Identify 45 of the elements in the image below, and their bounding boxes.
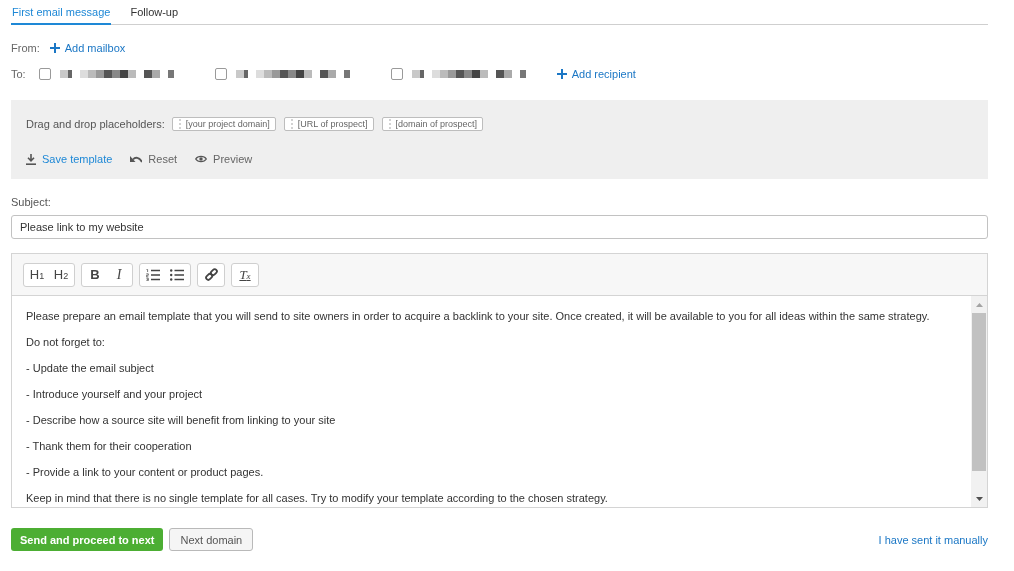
reset-button[interactable]: Reset bbox=[130, 153, 178, 165]
placeholder-chip[interactable]: [URL of prospect] bbox=[283, 117, 374, 131]
next-domain-button[interactable]: Next domain bbox=[169, 528, 254, 551]
save-template-link[interactable]: Save template bbox=[26, 153, 113, 165]
scrollbar-thumb[interactable] bbox=[972, 313, 986, 471]
body-paragraph: Keep in mind that there is no single template for all cases. Try to modify your template according to the chosen strategy. bbox=[26, 491, 609, 506]
body-paragraph: - Provide a link to your content or product pages. bbox=[26, 465, 265, 480]
placeholder-chip[interactable]: [domain of prospect] bbox=[381, 117, 484, 131]
plus-icon bbox=[556, 69, 567, 79]
undo-icon bbox=[130, 155, 143, 163]
add-mailbox-link[interactable]: Add mailbox bbox=[49, 42, 126, 54]
subject-field[interactable]: Please link to my website bbox=[11, 215, 988, 239]
body-paragraph: - Update the email subject bbox=[26, 361, 155, 376]
plus-icon bbox=[49, 43, 60, 53]
drag-handle-icon bbox=[178, 119, 181, 129]
tab[interactable]: First email message bbox=[11, 0, 112, 25]
recipient-checkbox[interactable] bbox=[214, 68, 227, 80]
subject-label: Subject: bbox=[11, 195, 52, 209]
bold-button[interactable]: B bbox=[83, 263, 107, 286]
drag-handle-icon bbox=[290, 119, 293, 129]
down-arrow-icon bbox=[975, 496, 983, 501]
placeholder-chip[interactable]: [your project domain] bbox=[171, 117, 276, 131]
from-label: From: bbox=[11, 42, 40, 54]
to-label: To: bbox=[11, 68, 26, 80]
drag-handle-icon bbox=[388, 119, 391, 129]
body-paragraph: - Thank them for their cooperation bbox=[26, 439, 193, 454]
body-paragraph: - Describe how a source site will benefit from linking to your site bbox=[26, 413, 337, 428]
body-paragraph: Please prepare an email template that you will send to site owners in order to acquire a backlink to your site. Once created, it will be available to you for all ideas within the same strategy. bbox=[26, 309, 931, 324]
body-paragraph: - Introduce yourself and your project bbox=[26, 387, 204, 402]
preview-button[interactable]: Preview bbox=[195, 153, 253, 165]
recipient-checkbox[interactable] bbox=[390, 68, 403, 80]
sent-manually-link[interactable]: I have sent it manually bbox=[878, 533, 988, 546]
add-recipient-link[interactable]: Add recipient bbox=[556, 68, 636, 80]
eye-icon bbox=[195, 155, 208, 163]
up-arrow-icon bbox=[975, 302, 983, 307]
placeholders-label: Drag and drop placeholders: bbox=[26, 118, 165, 130]
scrollbar[interactable] bbox=[971, 296, 987, 507]
bullet-list-icon bbox=[170, 268, 184, 281]
italic-button[interactable]: I bbox=[107, 263, 131, 286]
download-icon bbox=[26, 153, 36, 165]
recipient-checkbox[interactable] bbox=[38, 68, 51, 80]
numbered-list-icon bbox=[146, 268, 160, 281]
body-paragraph: Do not forget to: bbox=[26, 335, 106, 350]
tab[interactable]: Follow-up bbox=[129, 0, 180, 25]
link-icon bbox=[204, 268, 218, 281]
